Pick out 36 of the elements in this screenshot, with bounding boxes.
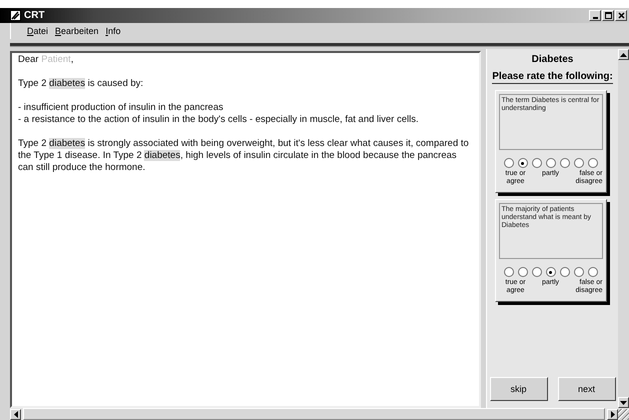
radio-button[interactable] xyxy=(560,158,570,168)
radio-button[interactable] xyxy=(504,158,514,168)
vertical-scrollbar[interactable] xyxy=(618,49,629,408)
paragraph: - insufficient production of insulin in the pancreas xyxy=(18,102,224,114)
menu-item[interactable]: Datei xyxy=(27,26,48,36)
radio-button[interactable] xyxy=(532,267,542,277)
panel-subtitle: Please rate the following: xyxy=(492,71,613,84)
radio-button[interactable] xyxy=(532,158,542,168)
radio-button[interactable] xyxy=(518,158,528,168)
radio-button[interactable] xyxy=(574,267,584,277)
minimize-button[interactable] xyxy=(589,10,601,21)
horizontal-scrollbar[interactable] xyxy=(10,408,629,420)
paragraph: Dear Patient, xyxy=(18,54,74,66)
panel-title: Diabetes xyxy=(532,54,574,65)
paragraph: - a resistance to the action of insulin in the body's cells - especially in muscle, fat and liver cells. xyxy=(18,114,420,126)
app-icon xyxy=(10,10,21,21)
close-icon xyxy=(616,11,626,20)
radio-button[interactable] xyxy=(504,267,514,277)
radio-button[interactable] xyxy=(546,267,556,277)
next-button[interactable]: next xyxy=(558,377,616,401)
radio-button[interactable] xyxy=(546,158,556,168)
radio-button[interactable] xyxy=(588,158,598,168)
paragraph: Type 2 diabetes is strongly associated with being overweight, but it's less clear what causes it, compared to the Type 1 disease. In Type 2 diabetes, high levels of insulin circulate in the blood because the pancreas can still produce the hormone. xyxy=(18,138,470,174)
radio-button[interactable] xyxy=(574,158,584,168)
radio-button[interactable] xyxy=(560,267,570,277)
resize-grip-icon[interactable] xyxy=(618,408,629,420)
maximize-icon xyxy=(604,11,612,20)
menu-item[interactable]: Info xyxy=(106,26,121,36)
menu-item[interactable]: Bearbeiten xyxy=(55,26,99,36)
paragraph: Type 2 diabetes is caused by: xyxy=(18,78,144,90)
maximize-button[interactable] xyxy=(602,10,614,21)
radio-button[interactable] xyxy=(518,267,528,277)
close-button[interactable] xyxy=(615,10,627,21)
radio-button[interactable] xyxy=(588,267,598,277)
skip-button[interactable]: skip xyxy=(490,377,548,401)
window-title: CRT xyxy=(24,10,46,21)
